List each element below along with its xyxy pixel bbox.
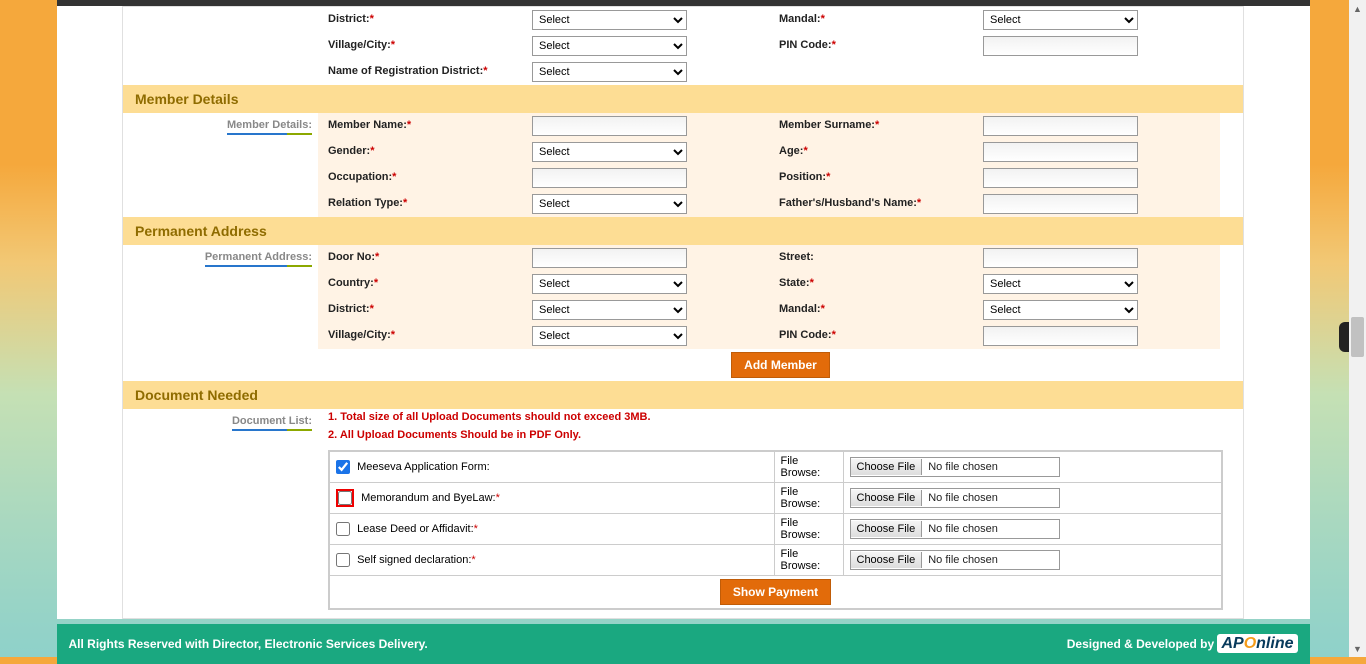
- choose-file-button[interactable]: Choose File: [851, 490, 923, 506]
- file-input-leasedeed[interactable]: Choose File No file chosen: [850, 519, 1060, 539]
- label-street: Street:: [769, 245, 979, 271]
- label-file-browse: File Browse:: [774, 514, 843, 545]
- file-input-memorandum[interactable]: Choose File No file chosen: [850, 488, 1060, 508]
- section-member-details: Member Details: [123, 85, 1243, 113]
- file-chosen-text: No file chosen: [922, 523, 998, 535]
- input-ppin[interactable]: [983, 326, 1138, 346]
- select-reltype[interactable]: Select: [532, 194, 687, 214]
- input-position[interactable]: [983, 168, 1138, 188]
- label-gender: Gender:*: [318, 139, 528, 165]
- select-pdistrict[interactable]: Select: [532, 300, 687, 320]
- label-pin: PIN Code:*: [769, 33, 979, 59]
- label-occupation: Occupation:*: [318, 165, 528, 191]
- input-door[interactable]: [532, 248, 687, 268]
- checkbox-leasedeed[interactable]: [336, 522, 350, 536]
- label-reltype: Relation Type:*: [318, 191, 528, 217]
- page-footer: All Rights Reserved with Director, Elect…: [57, 624, 1310, 664]
- select-mandal[interactable]: Select: [983, 10, 1138, 30]
- side-label-doclist: Document List:: [232, 415, 312, 431]
- side-label-member: Member Details:: [227, 119, 312, 135]
- doc-row-leasedeed: Lease Deed or Affidavit:* File Browse: C…: [329, 514, 1222, 545]
- side-widget-icon[interactable]: [1339, 322, 1349, 352]
- choose-file-button[interactable]: Choose File: [851, 521, 923, 537]
- label-file-browse: File Browse:: [774, 483, 843, 514]
- scrollbar[interactable]: ▲ ▼: [1349, 0, 1366, 657]
- label-district: District:*: [318, 7, 528, 33]
- input-father[interactable]: [983, 194, 1138, 214]
- file-chosen-text: No file chosen: [922, 554, 998, 566]
- label-regdist: Name of Registration District:*: [318, 59, 528, 85]
- label-member-surname: Member Surname:*: [769, 113, 979, 139]
- select-pmandal[interactable]: Select: [983, 300, 1138, 320]
- select-gender[interactable]: Select: [532, 142, 687, 162]
- doc-label-meeseva: Meeseva Application Form:: [357, 461, 490, 473]
- select-village[interactable]: Select: [532, 36, 687, 56]
- checkbox-selfsigned[interactable]: [336, 553, 350, 567]
- label-village: Village/City:*: [318, 33, 528, 59]
- doc-row-memorandum: Memorandum and ByeLaw:* File Browse: Cho…: [329, 483, 1222, 514]
- select-state[interactable]: Select: [983, 274, 1138, 294]
- label-country: Country:*: [318, 271, 528, 297]
- input-member-surname[interactable]: [983, 116, 1138, 136]
- doc-row-selfsigned: Self signed declaration:* File Browse: C…: [329, 545, 1222, 576]
- input-occupation[interactable]: [532, 168, 687, 188]
- aponline-logo: APOnline: [1217, 634, 1297, 653]
- label-file-browse: File Browse:: [774, 545, 843, 576]
- label-ppin: PIN Code:*: [769, 323, 979, 349]
- label-file-browse: File Browse:: [774, 451, 843, 483]
- doc-label-selfsigned: Self signed declaration:: [357, 554, 471, 566]
- add-member-button[interactable]: Add Member: [731, 352, 830, 378]
- label-pvillage: Village/City:*: [318, 323, 528, 349]
- label-state: State:*: [769, 271, 979, 297]
- select-country[interactable]: Select: [532, 274, 687, 294]
- label-age: Age:*: [769, 139, 979, 165]
- doc-row-meeseva: Meeseva Application Form: File Browse: C…: [329, 451, 1222, 483]
- side-label-perm: Permanent Address:: [205, 251, 312, 267]
- choose-file-button[interactable]: Choose File: [851, 459, 923, 475]
- section-permanent-address: Permanent Address: [123, 217, 1243, 245]
- file-chosen-text: No file chosen: [922, 492, 998, 504]
- select-pvillage[interactable]: Select: [532, 326, 687, 346]
- label-father: Father's/Husband's Name:*: [769, 191, 979, 217]
- select-regdist[interactable]: Select: [532, 62, 687, 82]
- label-position: Position:*: [769, 165, 979, 191]
- doc-label-memorandum: Memorandum and ByeLaw:: [361, 492, 496, 504]
- input-street[interactable]: [983, 248, 1138, 268]
- checkbox-meeseva[interactable]: [336, 460, 350, 474]
- file-input-meeseva[interactable]: Choose File No file chosen: [850, 457, 1060, 477]
- doc-note-1: 1. Total size of all Upload Documents sh…: [328, 409, 1243, 427]
- input-member-name[interactable]: [532, 116, 687, 136]
- doc-label-leasedeed: Lease Deed or Affidavit:: [357, 523, 474, 535]
- show-payment-button[interactable]: Show Payment: [720, 579, 831, 605]
- label-pmandal: Mandal:*: [769, 297, 979, 323]
- scroll-down-icon[interactable]: ▼: [1349, 640, 1366, 657]
- scroll-thumb[interactable]: [1351, 317, 1364, 357]
- footer-designed-by: Designed & Developed by: [1067, 637, 1218, 651]
- checkbox-memorandum[interactable]: [338, 491, 352, 505]
- input-pin[interactable]: [983, 36, 1138, 56]
- label-member-name: Member Name:*: [318, 113, 528, 139]
- label-door: Door No:*: [318, 245, 528, 271]
- doc-note-2: 2. All Upload Documents Should be in PDF…: [328, 427, 1243, 445]
- footer-copyright: All Rights Reserved with Director, Elect…: [69, 637, 428, 651]
- input-age[interactable]: [983, 142, 1138, 162]
- label-mandal: Mandal:*: [769, 7, 979, 33]
- choose-file-button[interactable]: Choose File: [851, 552, 923, 568]
- select-district[interactable]: Select: [532, 10, 687, 30]
- section-document-needed: Document Needed: [123, 381, 1243, 409]
- file-chosen-text: No file chosen: [922, 461, 998, 473]
- file-input-selfsigned[interactable]: Choose File No file chosen: [850, 550, 1060, 570]
- label-pdistrict: District:*: [318, 297, 528, 323]
- scroll-up-icon[interactable]: ▲: [1349, 0, 1366, 17]
